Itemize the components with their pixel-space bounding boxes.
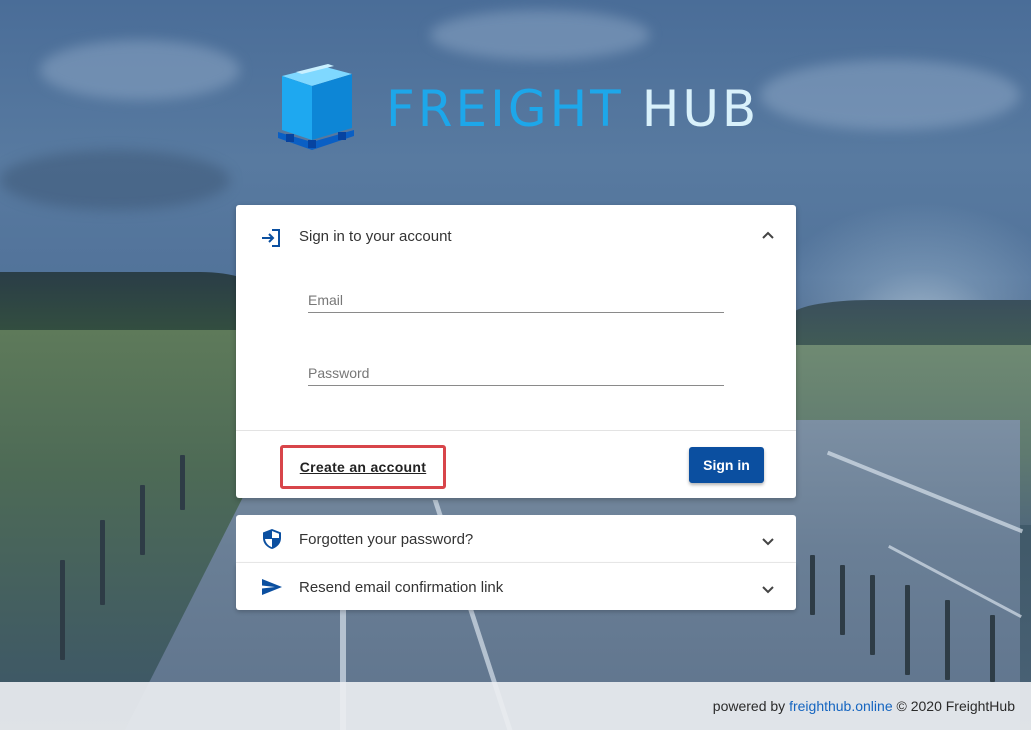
password-field xyxy=(308,351,724,386)
chevron-up-icon[interactable] xyxy=(761,228,775,242)
resend-confirmation-panel[interactable]: Resend email confirmation link xyxy=(236,563,796,610)
shield-icon xyxy=(263,529,281,549)
password-input[interactable] xyxy=(308,365,724,381)
brand-name-freight: FREIGHT xyxy=(386,80,624,138)
footer-copyright: © 2020 FreightHub xyxy=(896,698,1016,714)
forgot-password-panel[interactable]: Forgotten your password? xyxy=(236,515,796,563)
footer-link[interactable]: freighthub.online xyxy=(789,698,893,714)
email-field xyxy=(308,278,724,313)
login-icon xyxy=(262,229,280,247)
card-divider xyxy=(236,430,796,431)
email-input[interactable] xyxy=(308,292,724,308)
brand-name-hub: HUB xyxy=(641,80,760,138)
create-account-link[interactable]: Create an account xyxy=(280,445,446,489)
signin-card-title: Sign in to your account xyxy=(299,228,452,245)
forgot-password-label: Forgotten your password? xyxy=(299,531,474,548)
footer-text: powered by freighthub.online © 2020 Frei… xyxy=(713,698,1015,714)
chevron-down-icon[interactable] xyxy=(761,583,775,597)
brand-logo: FREIGHT HUB xyxy=(274,62,759,150)
sign-in-button[interactable]: Sign in xyxy=(689,447,764,483)
send-icon xyxy=(262,579,282,595)
footer: powered by freighthub.online © 2020 Frei… xyxy=(0,682,1031,730)
resend-confirmation-label: Resend email confirmation link xyxy=(299,579,504,596)
signin-card: Sign in to your account Create an accoun… xyxy=(236,205,796,498)
footer-prefix: powered by xyxy=(712,698,786,714)
package-cube-icon xyxy=(278,64,354,150)
chevron-down-icon[interactable] xyxy=(761,535,775,549)
brand-wordmark: FREIGHT HUB xyxy=(386,84,759,134)
signin-card-header[interactable]: Sign in to your account xyxy=(236,205,796,267)
